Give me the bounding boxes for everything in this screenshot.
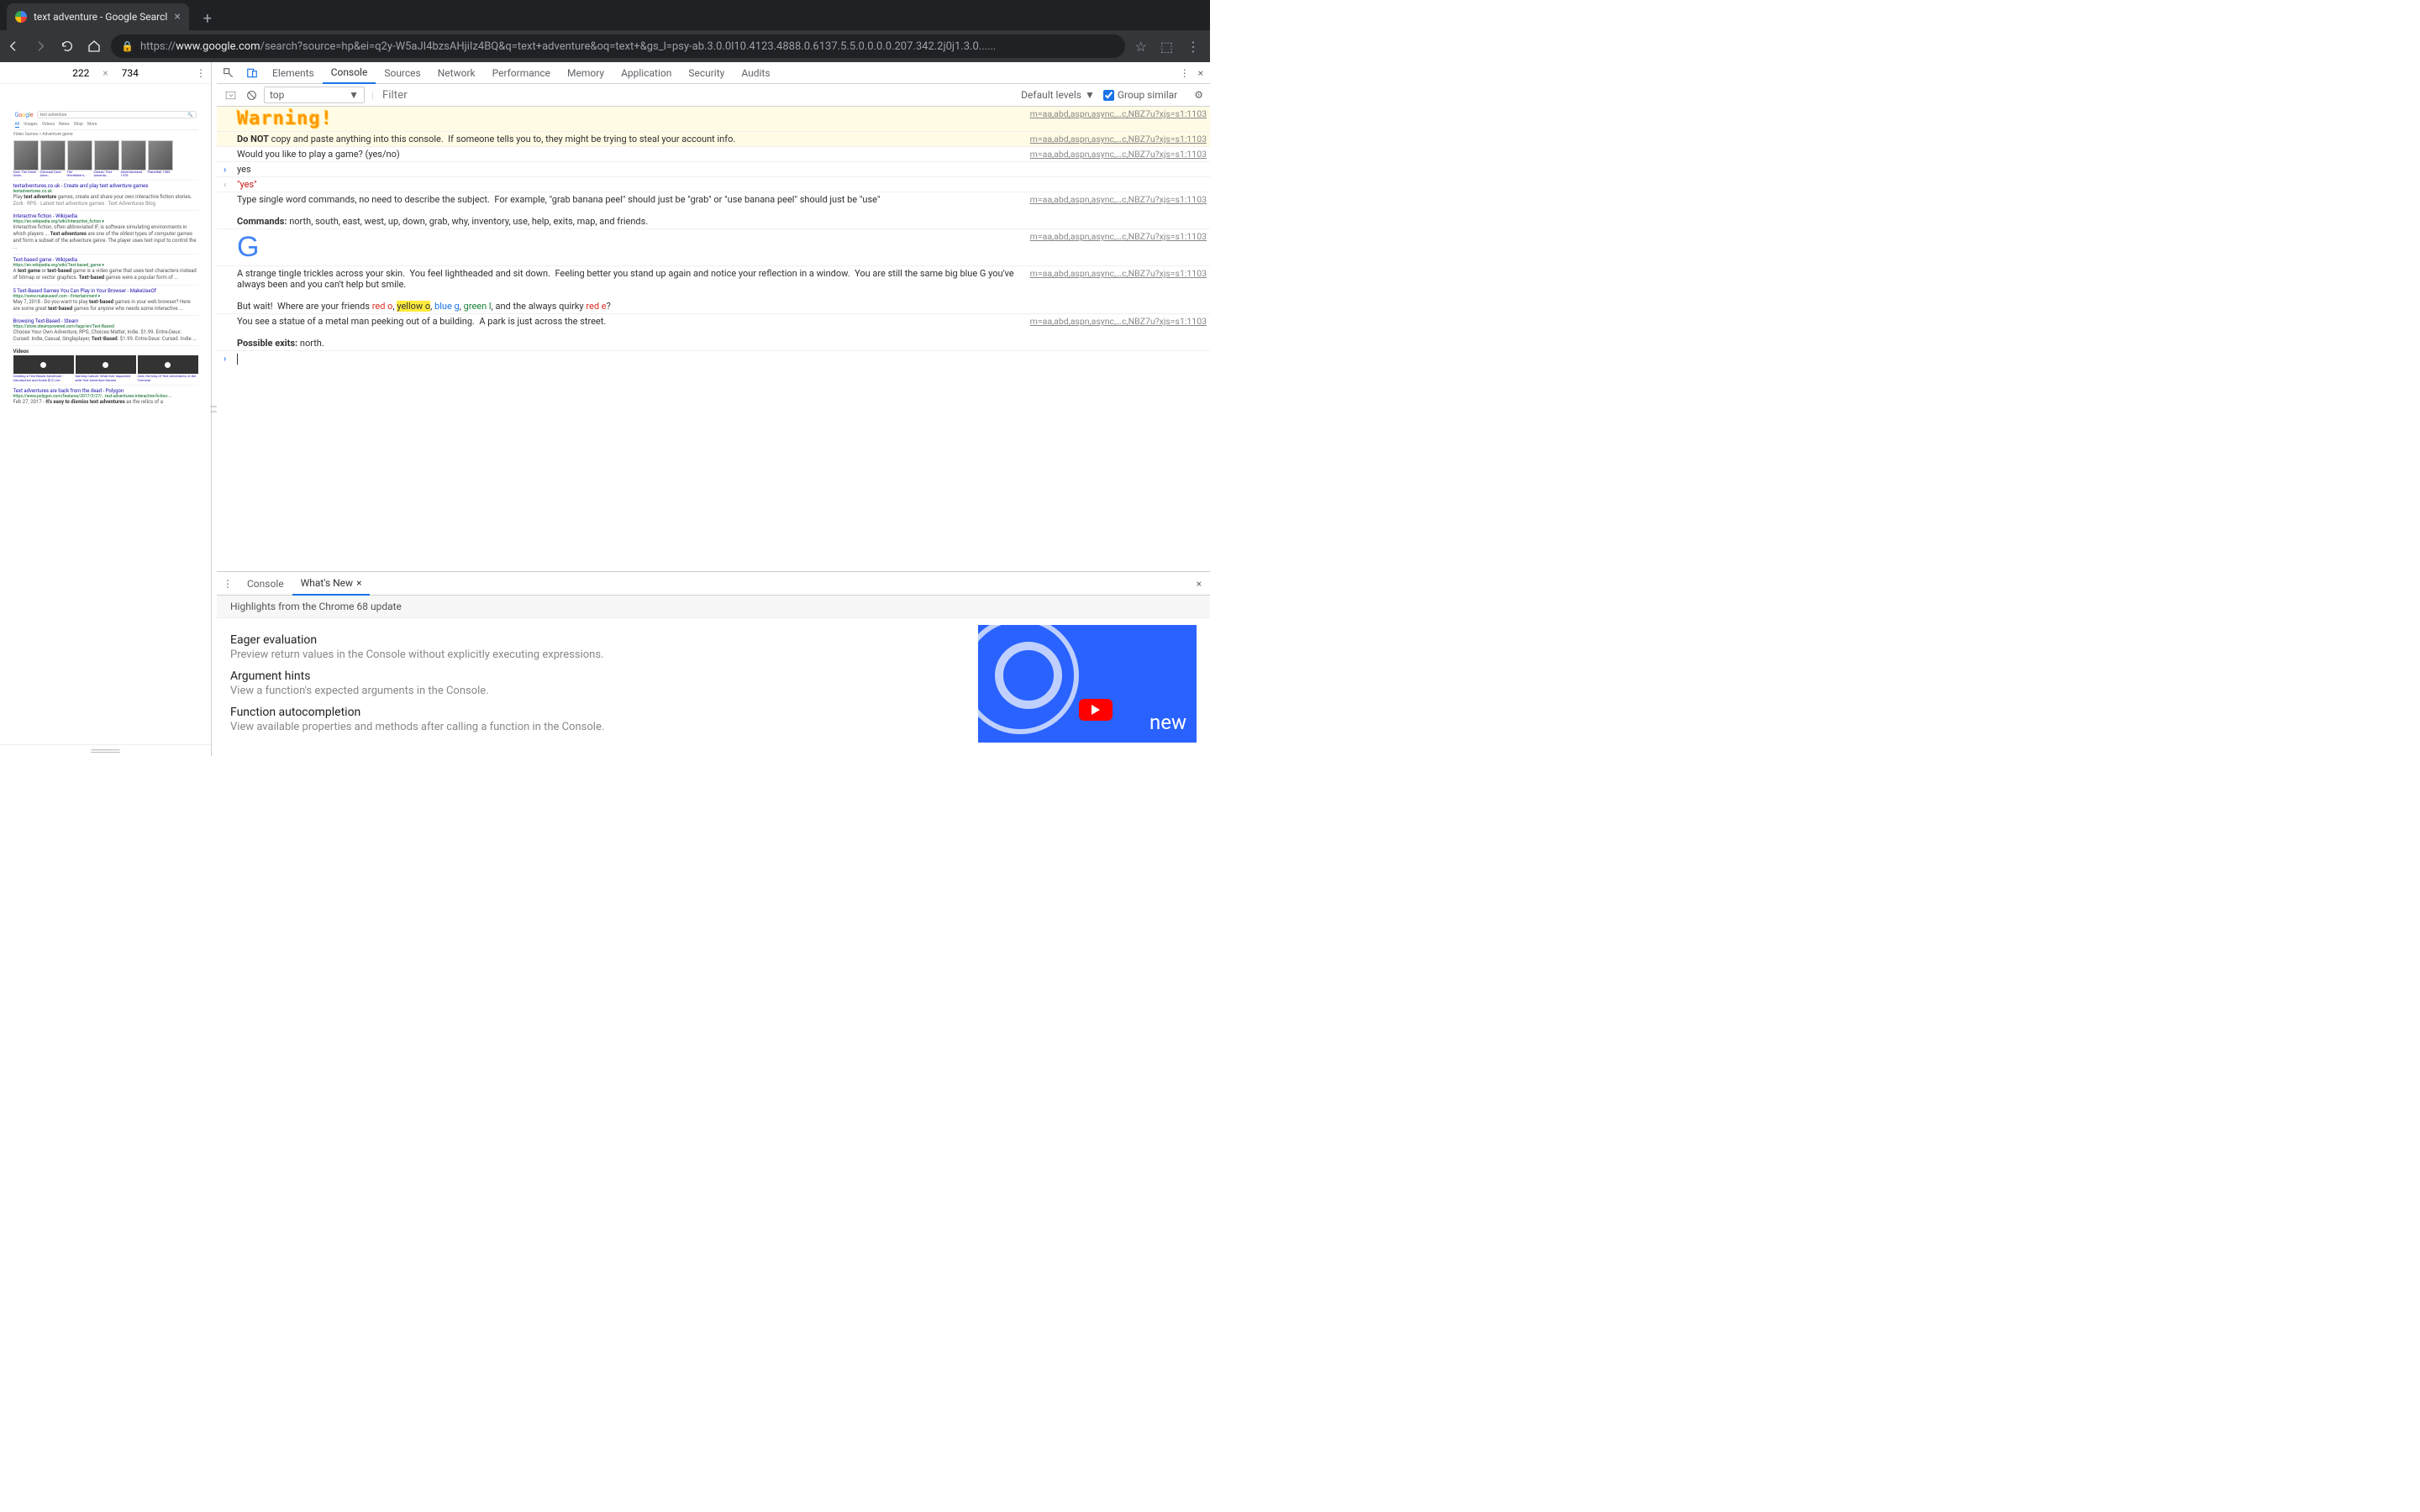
drawer-close-icon[interactable]: × [1188, 578, 1210, 590]
tab-strip: text adventure - Google Searcl × + [0, 0, 1210, 30]
source-link[interactable]: m=aa,abd,aspn,async,…c,NBZ7u?xjs=s1:1103 [1017, 149, 1207, 160]
home-button[interactable] [87, 39, 101, 53]
devtools-tab-audits[interactable]: Audits [733, 62, 778, 84]
device-emulation-pane: × ⋮ Googletext adventure🔍AllImagesVideos… [0, 62, 212, 756]
close-tab-icon[interactable]: × [174, 10, 180, 24]
browser-chrome: text adventure - Google Searcl × + 🔒 htt… [0, 0, 1210, 62]
source-link[interactable]: m=aa,abd,aspn,async,…c,NBZ7u?xjs=s1:1103 [1017, 194, 1207, 227]
reload-button[interactable] [60, 39, 74, 53]
whatsnew-heading: Highlights from the Chrome 68 update [217, 596, 1210, 618]
lock-icon: 🔒 [121, 40, 134, 52]
dimension-separator: × [103, 67, 108, 79]
devtools-tab-network[interactable]: Network [429, 62, 484, 84]
emulated-viewport[interactable]: Googletext adventure🔍AllImagesVideosNews… [0, 84, 211, 744]
device-menu-icon[interactable]: ⋮ [196, 67, 206, 79]
devtools-tab-performance[interactable]: Performance [484, 62, 559, 84]
youtube-play-icon[interactable] [1079, 699, 1113, 721]
star-icon[interactable]: ☆ [1135, 39, 1147, 55]
console-toolbar: top▼ | Default levels ▼ Group similar ⚙ [217, 84, 1210, 107]
clear-console-icon[interactable] [243, 90, 260, 101]
console-settings-icon[interactable]: ⚙ [1187, 89, 1210, 101]
devtools-drawer: ⋮ Console What's New × × Highlights from… [217, 571, 1210, 756]
execution-context-selector[interactable]: top▼ [264, 87, 365, 103]
devtools-tabbar: ElementsConsoleSourcesNetworkPerformance… [217, 62, 1210, 84]
menu-icon[interactable]: ⋮ [1186, 39, 1200, 55]
whatsnew-feature: Function autocompletionView available pr… [230, 706, 944, 733]
extensions-icon[interactable]: ⬚ [1160, 39, 1173, 55]
devtools-tab-console[interactable]: Console [323, 62, 376, 84]
whatsnew-feature: Eager evaluationPreview return values in… [230, 633, 944, 661]
whatsnew-feature: Argument hintsView a function's expected… [230, 669, 944, 697]
close-icon[interactable]: × [356, 577, 361, 589]
group-similar-checkbox[interactable]: Group similar [1103, 89, 1184, 101]
console-output[interactable]: Warning!m=aa,abd,aspn,async,…c,NBZ7u?xjs… [217, 107, 1210, 571]
viewport-width-input[interactable] [64, 67, 97, 79]
forward-button[interactable] [34, 39, 47, 53]
toolbar: 🔒 https://www.google.com/search?source=h… [0, 30, 1210, 62]
devtools-tab-application[interactable]: Application [613, 62, 680, 84]
resize-handle-bottom[interactable]: ═══ [0, 744, 211, 756]
address-bar[interactable]: 🔒 https://www.google.com/search?source=h… [111, 34, 1125, 58]
devtools-tab-memory[interactable]: Memory [559, 62, 613, 84]
viewport-height-input[interactable] [113, 67, 147, 79]
drawer-tab-console[interactable]: Console [239, 572, 292, 596]
source-link[interactable]: m=aa,abd,aspn,async,…c,NBZ7u?xjs=s1:1103 [1017, 316, 1207, 349]
devtools-tab-sources[interactable]: Sources [376, 62, 429, 84]
source-link[interactable]: m=aa,abd,aspn,async,…c,NBZ7u?xjs=s1:1103 [1017, 268, 1207, 312]
source-link[interactable]: m=aa,abd,aspn,async,…c,NBZ7u?xjs=s1:1103 [1017, 231, 1207, 264]
log-levels-selector[interactable]: Default levels ▼ [1016, 89, 1100, 101]
devtools-close-icon[interactable]: × [1198, 67, 1203, 79]
browser-tab[interactable]: text adventure - Google Searcl × [7, 3, 189, 30]
device-toggle-icon[interactable] [240, 67, 264, 79]
devtools-tab-elements[interactable]: Elements [264, 62, 323, 84]
devtools-panel: ElementsConsoleSourcesNetworkPerformance… [217, 62, 1210, 756]
url-text: https://www.google.com/search?source=hp&… [140, 40, 996, 53]
drawer-menu-icon[interactable]: ⋮ [217, 578, 239, 590]
drawer-tab-whatsnew[interactable]: What's New × [292, 572, 371, 596]
whatsnew-video-thumbnail[interactable]: new [978, 625, 1197, 743]
device-toolbar: × ⋮ [0, 62, 211, 84]
tab-title: text adventure - Google Searcl [34, 11, 167, 23]
devtools-menu-icon[interactable]: ⋮ [1180, 67, 1190, 79]
console-filter-input[interactable] [377, 87, 536, 103]
source-link[interactable]: m=aa,abd,aspn,async,…c,NBZ7u?xjs=s1:1103 [1017, 134, 1207, 144]
new-tab-button[interactable]: + [196, 7, 219, 30]
source-link[interactable]: m=aa,abd,aspn,async,…c,NBZ7u?xjs=s1:1103 [1017, 108, 1207, 129]
back-button[interactable] [7, 39, 20, 53]
inspect-element-icon[interactable] [217, 67, 240, 79]
google-favicon [15, 11, 27, 23]
devtools-tab-security[interactable]: Security [680, 62, 733, 84]
console-sidebar-toggle-icon[interactable] [222, 90, 239, 101]
